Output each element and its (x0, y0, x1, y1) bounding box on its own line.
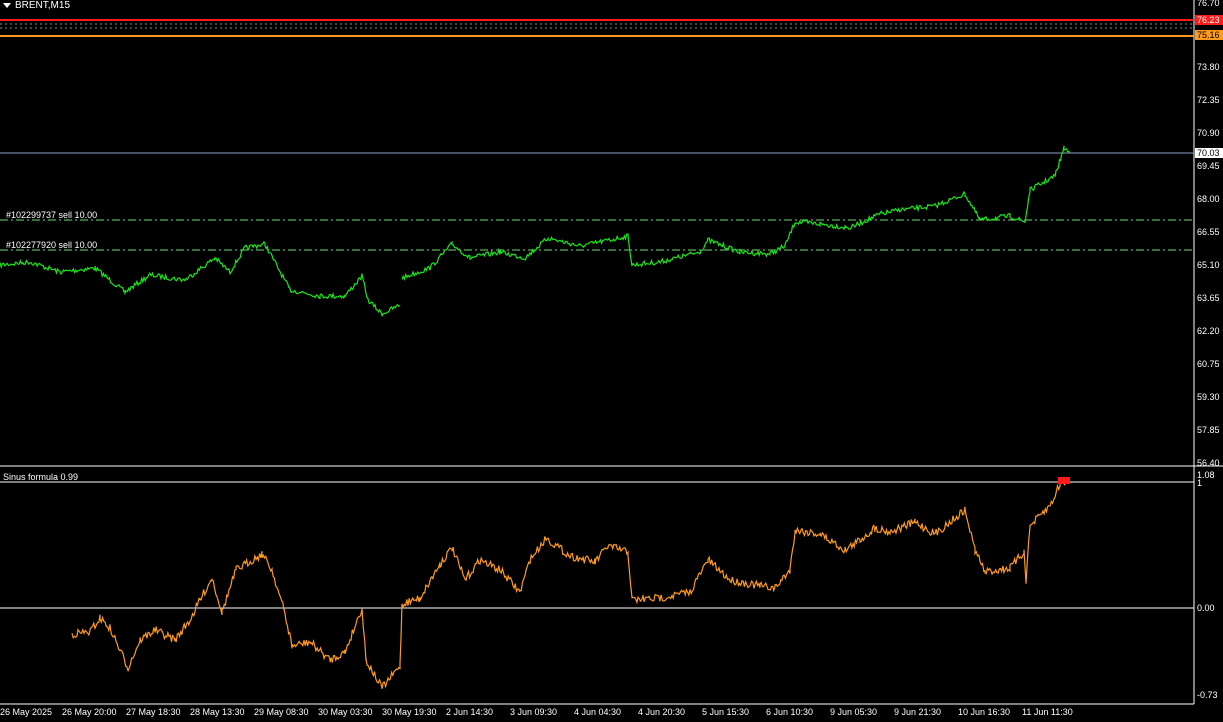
red-level-tag: 76.23 (1195, 15, 1223, 25)
chart-canvas[interactable] (0, 0, 1223, 722)
time-tick: 28 May 13:30 (190, 707, 245, 717)
time-tick: 26 May 2025 (0, 707, 53, 717)
indicator-tick-zero: 0.00 (1197, 603, 1215, 613)
indicator-title: Sinus formula 0.99 (3, 472, 79, 482)
current-price-tag: 70.03 (1195, 148, 1223, 158)
price-tick: 72.35 (1197, 95, 1220, 105)
price-tick: 57.85 (1197, 425, 1220, 435)
price-tick: 73.80 (1197, 62, 1220, 72)
time-tick: 26 May 20:00 (62, 707, 117, 717)
time-tick: 30 May 19:30 (382, 707, 437, 717)
time-tick: 11 Jun 11:30 (1022, 707, 1073, 717)
time-tick: 4 Jun 20:30 (638, 707, 686, 717)
symbol-title[interactable]: BRENT,M15 (3, 0, 70, 11)
indicator-tick-one: 1 (1197, 478, 1203, 488)
price-tick: 59.30 (1197, 392, 1220, 402)
time-tick: 3 Jun 09:30 (510, 707, 558, 717)
time-tick: 27 May 18:30 (126, 707, 181, 717)
indicator-peak-marker (1058, 477, 1070, 484)
price-series-line (0, 145, 1071, 317)
price-tick: 69.45 (1197, 161, 1220, 171)
time-tick: 30 May 03:30 (318, 707, 373, 717)
price-tick: 68.00 (1197, 194, 1220, 204)
price-tick: 62.20 (1197, 326, 1220, 336)
dropdown-triangle-icon[interactable] (3, 3, 11, 8)
price-tick: 56.40 (1197, 458, 1220, 468)
order-label-1[interactable]: #102299737 sell 10.00 (6, 210, 97, 220)
price-tick: 70.90 (1197, 128, 1220, 138)
orange-level-tag: 75.16 (1195, 30, 1223, 40)
time-tick: 5 Jun 15:30 (702, 707, 750, 717)
time-tick: 4 Jun 04:30 (574, 707, 622, 717)
price-tick: 66.55 (1197, 227, 1220, 237)
indicator-series-line (71, 477, 1069, 689)
price-tick: 65.10 (1197, 260, 1220, 270)
price-tick: 76.70 (1197, 0, 1220, 8)
time-tick: 9 Jun 21:30 (894, 707, 942, 717)
time-tick: 9 Jun 05:30 (830, 707, 878, 717)
time-tick: 29 May 08:30 (254, 707, 309, 717)
indicator-tick-bottom: -0.73 (1197, 690, 1218, 700)
symbol-title-text: BRENT,M15 (15, 0, 71, 11)
order-label-2[interactable]: #102277920 sell 10.00 (6, 240, 97, 250)
price-tick: 60.75 (1197, 359, 1220, 369)
time-tick: 6 Jun 10:30 (766, 707, 814, 717)
time-tick: 2 Jun 14:30 (446, 707, 494, 717)
time-tick: 10 Jun 16:30 (958, 707, 1011, 717)
price-tick: 63.65 (1197, 293, 1220, 303)
